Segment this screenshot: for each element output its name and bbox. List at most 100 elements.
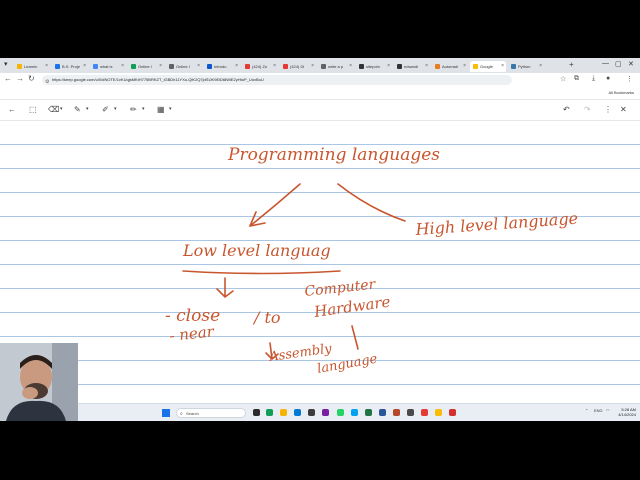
close-window-icon[interactable]: ✕ — [628, 60, 634, 68]
highlighter-dropdown-icon[interactable]: ▾ — [142, 105, 145, 114]
select-icon[interactable]: ⬚ — [29, 105, 37, 114]
browser-tab[interactable]: Python × — [508, 61, 544, 72]
file-explorer-icon[interactable] — [280, 409, 287, 416]
bookmarks-bar: All Bookmarks — [0, 87, 640, 100]
browser-tab[interactable]: Learnin × — [14, 61, 50, 72]
tab-label: (424) Di — [290, 64, 305, 69]
tab-close-icon[interactable]: × — [387, 61, 390, 72]
minimize-icon[interactable]: — — [602, 60, 609, 67]
tab-close-icon[interactable]: × — [197, 61, 200, 72]
tab-close-icon[interactable]: × — [83, 61, 86, 72]
drawing-canvas[interactable]: Programming languages Low level languag … — [0, 121, 640, 403]
highlighter-icon[interactable]: ✏ — [130, 105, 137, 114]
eraser-dropdown-icon[interactable]: ▾ — [60, 105, 63, 114]
tab-close-icon[interactable]: × — [311, 61, 314, 72]
tab-favicon-icon — [207, 64, 212, 69]
extensions-icon[interactable]: ⧉ — [574, 75, 579, 83]
url-field[interactable]: ⚙ https://keep.google.com/u/0/#NOTE/1vKU… — [42, 75, 512, 85]
edge-icon[interactable] — [294, 409, 301, 416]
browser-tab[interactable]: write a p × — [318, 61, 354, 72]
task-view-icon[interactable] — [253, 409, 260, 416]
browser-tab[interactable]: (424) Zo × — [242, 61, 278, 72]
handwriting-text: Programming languages Low level languag … — [165, 145, 579, 377]
back-icon[interactable]: ← — [4, 74, 12, 83]
browser-tab[interactable]: sitepoin × — [356, 61, 392, 72]
browser-tab[interactable]: (424) Di × — [280, 61, 316, 72]
profile-icon[interactable]: ● — [606, 75, 610, 82]
browser-tab[interactable]: Online I × — [166, 61, 202, 72]
tab-favicon-icon — [511, 64, 516, 69]
tab-close-icon[interactable]: × — [273, 61, 276, 72]
redo-icon[interactable]: ↷ — [584, 105, 591, 114]
left-arrow-shaft — [249, 183, 301, 227]
browser-tab[interactable]: Google × — [470, 61, 506, 72]
browser-tab[interactable]: Automati × — [432, 61, 468, 72]
browser-tab[interactable]: edwardi × — [394, 61, 430, 72]
whatsapp-icon[interactable] — [337, 409, 344, 416]
terminal-icon[interactable] — [407, 409, 414, 416]
pen-icon[interactable]: ✎ — [74, 105, 81, 114]
search-icon: ⌕ — [180, 411, 183, 417]
pen-dropdown-icon[interactable]: ▾ — [86, 105, 89, 114]
grid-dropdown-icon[interactable]: ▾ — [169, 105, 172, 114]
to-label: / to — [252, 308, 281, 327]
tab-label: Python — [518, 64, 531, 69]
all-bookmarks-button[interactable]: All Bookmarks — [608, 90, 634, 95]
tab-close-icon[interactable]: × — [159, 61, 162, 72]
language-indicator[interactable]: ENG — [594, 408, 603, 413]
close-drawing-icon[interactable]: ✕ — [620, 105, 627, 114]
underline-stroke — [182, 270, 341, 275]
undo-icon[interactable]: ↶ — [563, 105, 570, 114]
word-icon[interactable] — [379, 409, 386, 416]
tab-close-icon[interactable]: × — [539, 61, 542, 72]
tab-close-icon[interactable]: × — [463, 61, 466, 72]
tab-search-icon[interactable]: ▾ — [4, 60, 8, 68]
marker-dropdown-icon[interactable]: ▾ — [114, 105, 117, 114]
chrome-icon[interactable] — [435, 409, 442, 416]
tray-chevron-icon[interactable]: ⌃ — [585, 408, 588, 413]
taskbar-search[interactable]: ⌕ Search — [176, 408, 246, 418]
maximize-icon[interactable]: ▢ — [615, 60, 622, 68]
high-level-label: High level language — [414, 209, 579, 239]
system-clock[interactable]: 5:28 AM 4/14/2024 — [610, 407, 636, 417]
wifi-icon[interactable]: ◠ — [606, 408, 610, 413]
app-icon-2[interactable] — [351, 409, 358, 416]
tab-close-icon[interactable]: × — [45, 61, 48, 72]
powerpoint-icon[interactable] — [393, 409, 400, 416]
site-info-icon[interactable]: ⚙ — [45, 77, 49, 85]
teams-icon[interactable] — [322, 409, 329, 416]
ink-strokes — [182, 183, 406, 361]
tab-close-icon[interactable]: × — [349, 61, 352, 72]
store-icon[interactable] — [308, 409, 315, 416]
browser-tab[interactable]: Introdu × — [204, 61, 240, 72]
download-icon[interactable]: ⤓ — [592, 75, 595, 83]
tab-close-icon[interactable]: × — [235, 61, 238, 72]
keep-toolbar: ← ⬚ ⌫ ▾ ✎ ▾ ✐ ▾ ✏ ▾ ▦ ▾ ↶ ↷ ⋮ ✕ — [0, 100, 640, 121]
marker-icon[interactable]: ✐ — [102, 105, 109, 114]
tab-close-icon[interactable]: × — [501, 61, 504, 72]
bookmark-star-icon[interactable]: ☆ — [560, 75, 566, 83]
more-options-icon[interactable]: ⋮ — [604, 105, 612, 114]
app-icon-1[interactable] — [266, 409, 273, 416]
eraser-icon[interactable]: ⌫ — [48, 105, 59, 114]
grid-icon[interactable]: ▦ — [157, 105, 165, 114]
tab-close-icon[interactable]: × — [425, 61, 428, 72]
browser-tab[interactable]: Online I × — [128, 61, 164, 72]
tab-label: Introdu — [214, 64, 227, 69]
menu-icon[interactable]: ⋮ — [626, 75, 633, 83]
forward-icon[interactable]: → — [16, 74, 24, 83]
app-icon-3[interactable] — [421, 409, 428, 416]
down-arrow-close — [216, 277, 234, 299]
app-icon-4[interactable] — [449, 409, 456, 416]
back-arrow-icon[interactable]: ← — [8, 105, 16, 114]
tab-close-icon[interactable]: × — [121, 61, 124, 72]
tab-label: Learnin — [24, 64, 38, 69]
tab-favicon-icon — [397, 64, 402, 69]
browser-tab[interactable]: B.S. Proje × — [52, 61, 88, 72]
browser-tab[interactable]: what is × — [90, 61, 126, 72]
language-code: ENG — [594, 408, 603, 413]
excel-icon[interactable] — [365, 409, 372, 416]
windows-start-icon[interactable] — [162, 409, 170, 417]
new-tab-button[interactable]: + — [569, 60, 574, 69]
reload-icon[interactable]: ↻ — [28, 74, 35, 83]
